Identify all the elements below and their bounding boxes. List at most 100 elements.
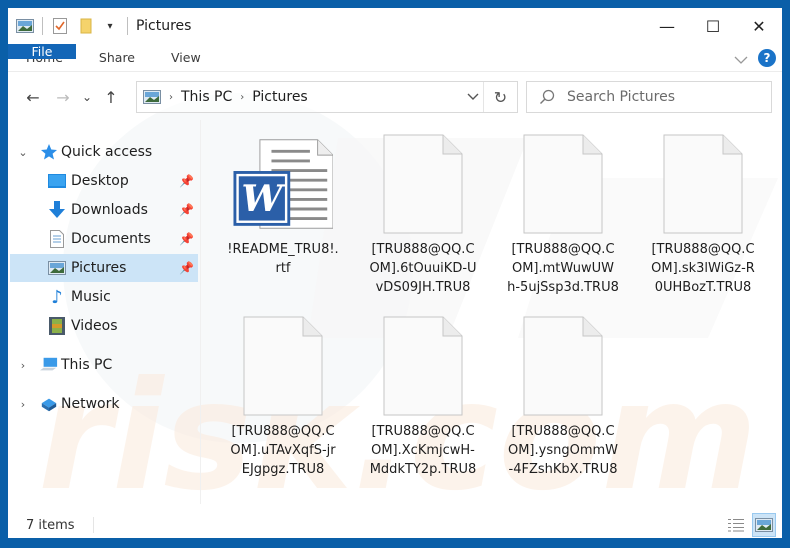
- breadcrumb-separator: ›: [169, 91, 173, 103]
- music-icon: ♪: [51, 286, 63, 308]
- tab-file[interactable]: File: [8, 44, 76, 59]
- minimize-button[interactable]: —: [644, 8, 690, 44]
- file-item[interactable]: [TRU888@QQ.C OM].mtWuwUW h-5ujSsp3d.TRU8: [498, 134, 628, 297]
- explorer-window: risk.com ▾ Pictures — ☐ ✕ File Home: [8, 8, 782, 538]
- computer-icon: [40, 356, 58, 374]
- pin-icon[interactable]: 📌: [179, 232, 194, 246]
- close-button[interactable]: ✕: [736, 8, 782, 44]
- file-item[interactable]: [TRU888@QQ.C OM].XcKmjcwH- MddkTY2p.TRU8: [358, 316, 488, 479]
- pin-icon[interactable]: 📌: [179, 261, 194, 275]
- file-name: !README_TRU8!. rtf: [227, 242, 339, 276]
- sidebar-item-this-pc[interactable]: › This PC: [10, 351, 198, 379]
- sidebar-item-documents[interactable]: Documents 📌: [10, 225, 198, 253]
- file-name: [TRU888@QQ.C OM].6tOuuiKD-U vDS09JH.TRU8: [369, 242, 477, 295]
- properties-icon[interactable]: [51, 18, 69, 34]
- sidebar-label: Quick access: [61, 144, 153, 160]
- sidebar-item-videos[interactable]: Videos: [10, 312, 198, 340]
- breadcrumb-this-pc[interactable]: This PC: [181, 89, 232, 105]
- pin-icon[interactable]: 📌: [179, 174, 194, 188]
- file-item[interactable]: [TRU888@QQ.C OM].sk3lWiGz-R 0UHBozT.TRU8: [638, 134, 768, 297]
- up-button[interactable]: ↑: [96, 82, 126, 112]
- large-icons-view-icon: [755, 518, 773, 532]
- pin-icon[interactable]: 📌: [179, 203, 194, 217]
- file-name: [TRU888@QQ.C OM].uTAvXqfS-jr EJgpgz.TRU8: [230, 424, 336, 477]
- pane-divider[interactable]: [200, 120, 201, 504]
- search-icon: [527, 89, 567, 105]
- videos-icon: [48, 317, 66, 335]
- expand-chevron-icon[interactable]: ›: [16, 359, 30, 372]
- star-icon: [40, 143, 58, 161]
- desktop-icon: [48, 172, 66, 190]
- breadcrumb-pictures[interactable]: Pictures: [252, 89, 307, 105]
- maximize-button[interactable]: ☐: [690, 8, 736, 44]
- sidebar-label: Documents: [71, 231, 151, 247]
- details-view-icon: [728, 519, 744, 532]
- large-icons-view-button[interactable]: [752, 513, 776, 537]
- svg-text:W: W: [241, 177, 286, 220]
- new-folder-icon[interactable]: [77, 18, 95, 34]
- search-box[interactable]: [526, 81, 772, 113]
- file-list: W !README_TRU8!. rtf [TRU888@QQ.C OM].6t…: [208, 120, 782, 504]
- toolbar-separator: [127, 17, 128, 35]
- sidebar-item-quick-access[interactable]: ⌄ Quick access: [10, 138, 198, 166]
- sidebar-label: Videos: [71, 318, 118, 334]
- collapse-chevron-icon[interactable]: ⌄: [16, 146, 30, 159]
- pictures-icon: [48, 259, 66, 277]
- back-button[interactable]: ←: [18, 82, 48, 112]
- blank-file-icon: [653, 134, 753, 234]
- breadcrumb-separator: ›: [240, 91, 245, 103]
- title-bar: ▾ Pictures — ☐ ✕: [8, 8, 782, 44]
- address-history-dropdown[interactable]: [467, 82, 479, 112]
- blank-file-icon: [233, 316, 333, 416]
- help-button[interactable]: ?: [758, 49, 776, 67]
- blank-file-icon: [513, 134, 613, 234]
- pictures-folder-icon: [16, 18, 34, 34]
- tab-share[interactable]: Share: [81, 44, 153, 71]
- file-name: [TRU888@QQ.C OM].mtWuwUW h-5ujSsp3d.TRU8: [507, 242, 619, 295]
- sidebar-label: Network: [61, 396, 120, 412]
- expand-ribbon-chevron-icon[interactable]: [734, 49, 748, 68]
- documents-icon: [48, 230, 66, 248]
- sidebar-item-music[interactable]: ♪ Music: [10, 283, 198, 311]
- sidebar-label: This PC: [61, 357, 113, 373]
- sidebar-label: Downloads: [71, 202, 148, 218]
- customize-toolbar-dropdown[interactable]: ▾: [101, 18, 119, 34]
- sidebar-label: Pictures: [71, 260, 127, 276]
- file-item[interactable]: W !README_TRU8!. rtf: [218, 134, 348, 278]
- toolbar-separator: [42, 17, 43, 35]
- blank-file-icon: [513, 316, 613, 416]
- sidebar-item-desktop[interactable]: Desktop 📌: [10, 167, 198, 195]
- search-input[interactable]: [567, 89, 757, 105]
- sidebar-label: Music: [71, 289, 111, 305]
- file-item[interactable]: [TRU888@QQ.C OM].6tOuuiKD-U vDS09JH.TRU8: [358, 134, 488, 297]
- ribbon-right-controls: ?: [734, 44, 776, 72]
- item-count: 7 items: [26, 517, 75, 533]
- view-switcher: [724, 513, 776, 537]
- blank-file-icon: [373, 134, 473, 234]
- file-name: [TRU888@QQ.C OM].XcKmjcwH- MddkTY2p.TRU8: [369, 424, 477, 477]
- window-title: Pictures: [136, 18, 192, 34]
- expand-chevron-icon[interactable]: ›: [16, 398, 30, 411]
- navigation-bar: ← → ⌄ ↑ › This PC › Pictures ↻: [8, 78, 782, 116]
- file-item[interactable]: [TRU888@QQ.C OM].uTAvXqfS-jr EJgpgz.TRU8: [218, 316, 348, 479]
- details-view-button[interactable]: [724, 513, 748, 537]
- file-name: [TRU888@QQ.C OM].sk3lWiGz-R 0UHBozT.TRU8: [651, 242, 755, 295]
- downloads-icon: [48, 201, 66, 219]
- file-item[interactable]: [TRU888@QQ.C OM].ysngOmmW -4FZshKbX.TRU8: [498, 316, 628, 479]
- status-separator: [92, 517, 94, 533]
- sidebar-item-pictures[interactable]: Pictures 📌: [10, 254, 198, 282]
- tab-view[interactable]: View: [153, 44, 219, 71]
- window-controls: — ☐ ✕: [644, 8, 782, 44]
- network-icon: [40, 395, 58, 413]
- pictures-location-icon: [143, 90, 161, 104]
- ribbon-tabs: File Home Share View ?: [8, 44, 782, 72]
- forward-button[interactable]: →: [48, 82, 78, 112]
- sidebar-label: Desktop: [71, 173, 129, 189]
- refresh-button[interactable]: ↻: [483, 82, 517, 112]
- address-bar[interactable]: › This PC › Pictures ↻: [136, 81, 518, 113]
- word-document-icon: W: [233, 134, 333, 234]
- sidebar-item-downloads[interactable]: Downloads 📌: [10, 196, 198, 224]
- recent-locations-dropdown[interactable]: ⌄: [78, 82, 96, 112]
- sidebar-item-network[interactable]: › Network: [10, 390, 198, 418]
- status-bar: 7 items: [8, 512, 782, 538]
